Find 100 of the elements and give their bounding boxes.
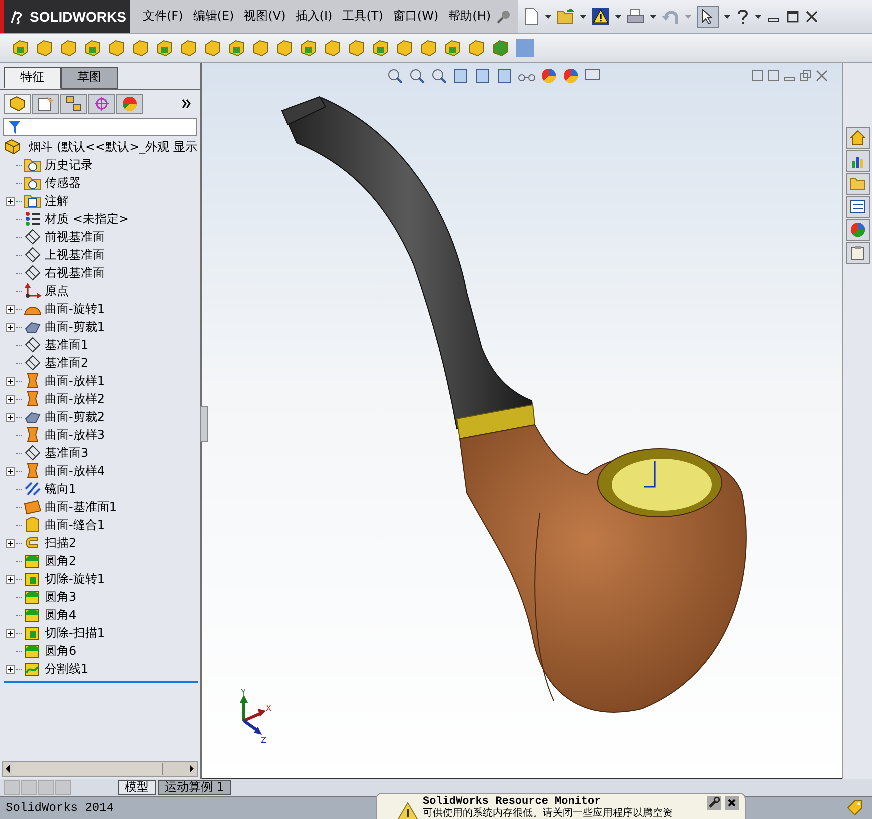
cube-icon[interactable]: [372, 39, 390, 57]
scroll-right-icon[interactable]: [187, 763, 197, 775]
splitter-handle[interactable]: [200, 406, 208, 442]
expand-icon[interactable]: [6, 394, 14, 404]
expand-icon[interactable]: [6, 538, 14, 548]
printer-icon[interactable]: [627, 8, 646, 24]
menu-item[interactable]: 编辑(E): [188, 8, 240, 25]
restore-icon[interactable]: [786, 10, 800, 24]
help-icon[interactable]: [736, 8, 750, 24]
knit-icon: [24, 517, 42, 533]
close-icon[interactable]: [725, 796, 739, 810]
document-tab[interactable]: 运动算例 1: [158, 780, 232, 795]
tree-item[interactable]: 传感器: [42, 174, 81, 192]
folder-icon[interactable]: [557, 8, 576, 24]
tree-item[interactable]: 曲面-基准面1: [42, 498, 117, 516]
tree-item[interactable]: 曲面-放样3: [42, 426, 105, 444]
filter-field[interactable]: [3, 118, 197, 136]
tree-item[interactable]: 曲面-剪裁2: [42, 408, 105, 426]
tile-right-icon[interactable]: [768, 70, 780, 82]
tree-item[interactable]: 分割线1: [42, 660, 89, 678]
horizontal-scrollbar[interactable]: [2, 761, 198, 777]
tag-icon[interactable]: [846, 800, 864, 816]
menu-item[interactable]: 视图(V): [239, 8, 291, 25]
clipboard-button[interactable]: [846, 242, 870, 264]
menu-item[interactable]: 窗口(W): [388, 8, 444, 25]
appearance-tab[interactable]: [116, 94, 143, 114]
expand-icon[interactable]: [6, 322, 14, 332]
warning-icon[interactable]: [592, 8, 610, 26]
tree-item[interactable]: 圆角3: [42, 588, 77, 606]
tree-item[interactable]: 注解: [42, 192, 69, 210]
select-button[interactable]: [697, 6, 720, 28]
menu-item[interactable]: 帮助(H): [444, 8, 496, 25]
menu-item[interactable]: 工具(T): [338, 8, 388, 25]
chart-button[interactable]: [846, 150, 870, 172]
document-tab[interactable]: 模型: [118, 780, 156, 795]
axis-triad-icon: [240, 695, 266, 735]
tree-item[interactable]: 圆角4: [42, 606, 77, 624]
caret-icon[interactable]: [755, 14, 762, 18]
caret-icon[interactable]: [724, 14, 732, 18]
tree-item[interactable]: 曲面-放样4: [42, 462, 105, 480]
tree-item[interactable]: 曲面-剪裁1: [42, 318, 105, 336]
cube-icon[interactable]: [12, 39, 30, 57]
menu-item[interactable]: 插入(I): [290, 8, 338, 25]
axis-label: Y: [241, 689, 246, 697]
tree-item[interactable]: 镜向1: [42, 480, 77, 498]
expand-icon[interactable]: [6, 628, 14, 638]
tree-item[interactable]: 扫描2: [42, 534, 77, 552]
tree-item[interactable]: 右视基准面: [42, 264, 105, 282]
menu-item[interactable]: 文件(F): [138, 8, 188, 25]
target-tab[interactable]: [88, 94, 115, 114]
tree-item[interactable]: 圆角6: [42, 642, 77, 660]
panel-tab[interactable]: 特征: [4, 67, 61, 89]
tree-item[interactable]: 材质 <未指定>: [42, 210, 129, 228]
caret-icon[interactable]: [615, 14, 622, 18]
caret-icon[interactable]: [580, 14, 588, 18]
tree-item[interactable]: 曲面-缝合1: [42, 516, 105, 534]
expand-icon[interactable]: [6, 196, 14, 206]
wrench-icon[interactable]: [707, 796, 721, 810]
tree-item[interactable]: 历史记录: [42, 156, 93, 174]
expand-icon[interactable]: [6, 304, 14, 314]
folder-button[interactable]: [846, 173, 870, 195]
color-ball-icon[interactable]: [540, 67, 558, 85]
tree-item[interactable]: 基准面1: [42, 336, 89, 354]
tree-item[interactable]: 曲面-放样1: [42, 372, 105, 390]
cube-icon[interactable]: [276, 39, 294, 57]
tree-item[interactable]: 原点: [42, 282, 69, 300]
tree-item[interactable]: 切除-旋转1: [42, 570, 105, 588]
home-button[interactable]: [846, 127, 870, 149]
tree-item[interactable]: 曲面-放样2: [42, 390, 105, 408]
tree-item[interactable]: 烟斗 (默认<<默认>_外观 显示: [26, 138, 198, 156]
expand-icon[interactable]: [6, 412, 14, 422]
tile-left-icon[interactable]: [752, 70, 764, 82]
tree-item[interactable]: 曲面-旋转1: [42, 300, 105, 318]
status-text: SolidWorks 2014: [5, 801, 114, 815]
expand-icon[interactable]: [6, 664, 14, 674]
panel-tab[interactable]: 草图: [61, 67, 118, 89]
expand-icon[interactable]: [6, 574, 14, 584]
tree-item[interactable]: 切除-扫描1: [42, 624, 105, 642]
tree-item[interactable]: 圆角2: [42, 552, 77, 570]
configuration-tab[interactable]: [60, 94, 87, 114]
notification-message: 可供使用的系统内存很低。请关闭一些应用程序以腾空资: [423, 808, 674, 819]
pin-icon[interactable]: [496, 8, 512, 24]
caret-icon[interactable]: [545, 14, 552, 18]
tree-item[interactable]: 基准面2: [42, 354, 89, 372]
warning-icon: [397, 802, 419, 819]
feature-tree-tab[interactable]: [4, 94, 31, 114]
chevron-icon[interactable]: [182, 99, 192, 109]
zoom-area-icon[interactable]: [408, 67, 426, 85]
color-ball-button[interactable]: [846, 219, 870, 241]
tree-item[interactable]: 前视基准面: [42, 228, 105, 246]
close-icon[interactable]: [805, 10, 820, 24]
tree-item[interactable]: 基准面3: [42, 444, 89, 462]
expand-icon[interactable]: [6, 466, 14, 476]
list-button[interactable]: [846, 196, 870, 218]
caret-icon[interactable]: [650, 14, 658, 18]
property-tab[interactable]: [32, 94, 59, 114]
expand-icon[interactable]: [6, 376, 14, 386]
zoom-fit-icon[interactable]: [386, 67, 404, 85]
new-document-icon[interactable]: [524, 8, 540, 26]
tree-item[interactable]: 上视基准面: [42, 246, 105, 264]
